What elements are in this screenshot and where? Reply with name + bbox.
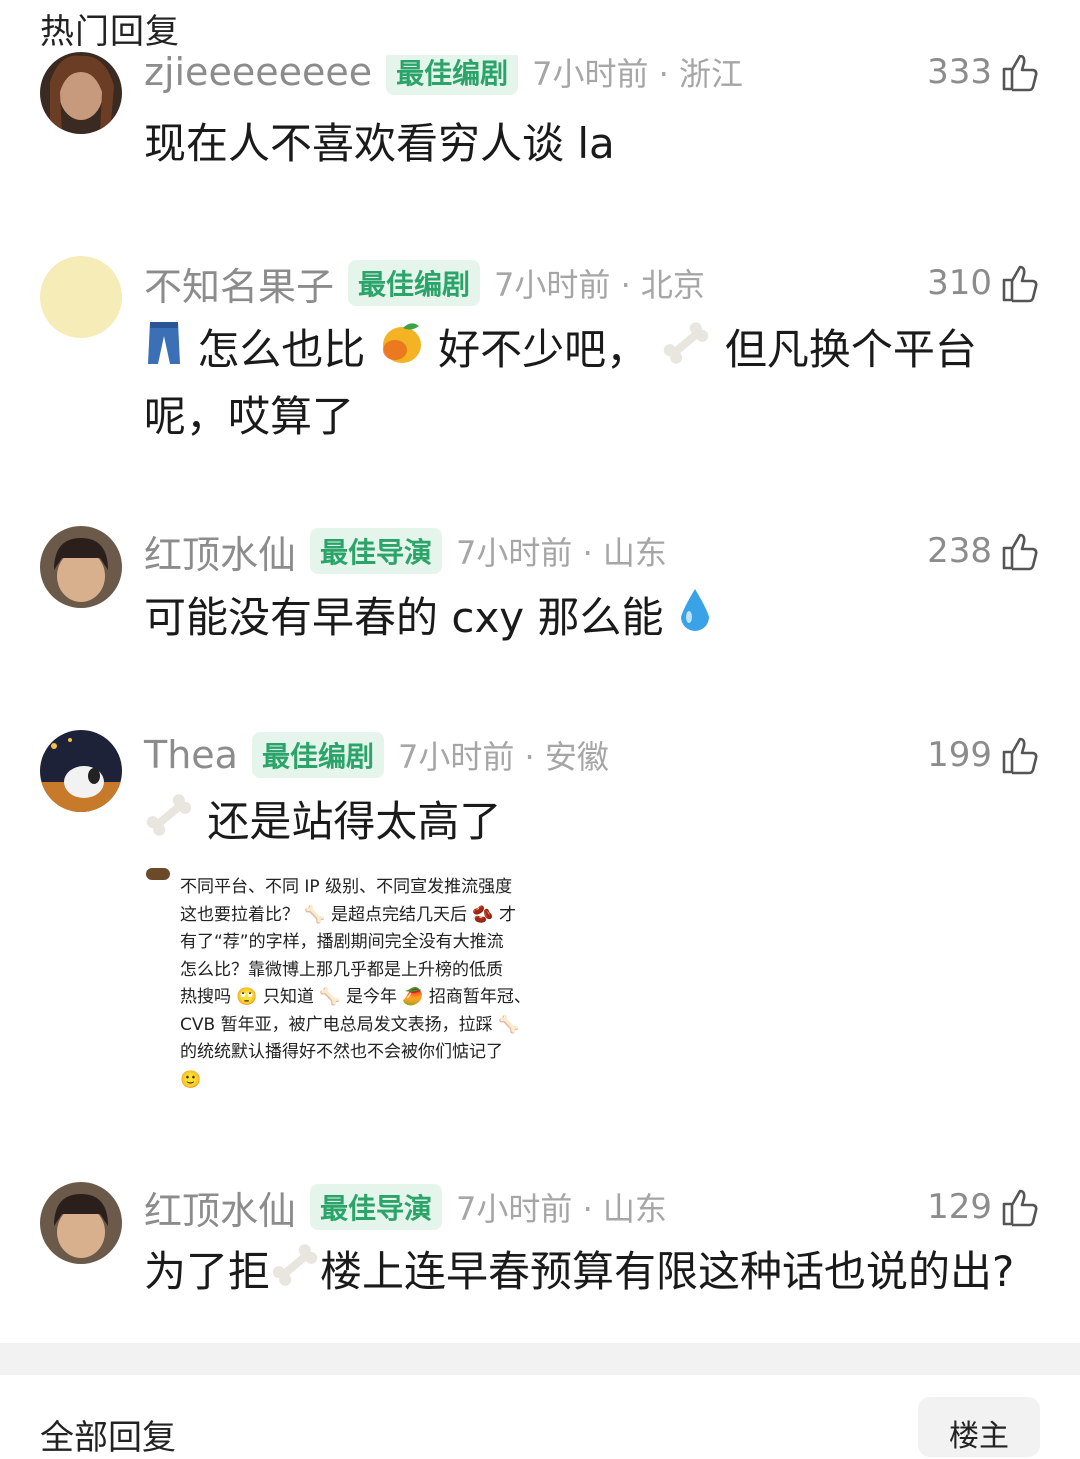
avatar[interactable] (40, 1182, 122, 1264)
like-count: 199 (927, 735, 992, 775)
quote-line: 的统统默认播得好不然也不会被你们惦记了 (180, 1042, 503, 1062)
timestamp-location: 7小时前 · 山东 (456, 534, 667, 572)
section-divider (0, 1343, 1080, 1375)
avatar[interactable] (40, 730, 122, 812)
quote-line: 🙂 (180, 1069, 202, 1090)
username[interactable]: 红顶水仙 (144, 1180, 296, 1235)
droplet-emoji (677, 587, 713, 654)
bone-emoji (661, 320, 711, 385)
title-badge: 最佳编剧 (348, 260, 481, 306)
section-title-hot-replies: 热门回复 (40, 12, 180, 52)
comment-text: 还是站得太高了 (144, 790, 1040, 857)
title-badge: 最佳编剧 (251, 732, 384, 778)
like-count: 310 (927, 263, 992, 303)
avatar[interactable] (40, 256, 122, 338)
avatar[interactable] (40, 526, 122, 608)
section-title-all-replies: 全部回复 (40, 1418, 176, 1458)
timestamp-location: 7小时前 · 浙江 (532, 55, 743, 93)
username[interactable]: zjieeeeeeee (144, 55, 372, 94)
title-badge: 最佳编剧 (386, 55, 519, 95)
op-only-filter-button[interactable]: 楼主 (918, 1397, 1040, 1457)
timestamp-location: 7小时前 · 山东 (456, 1190, 667, 1228)
quote-line: 不同平台、不同 IP 级别、不同宣发推流强度 (180, 877, 513, 897)
mini-avatar (146, 868, 170, 880)
like-count: 333 (927, 55, 992, 92)
thumbs-up-icon[interactable] (1000, 735, 1040, 775)
like-count: 238 (927, 531, 992, 571)
quote-line: 怎么比？靠微博上那几乎都是上升榜的低质 (180, 959, 503, 980)
thumbs-up-icon[interactable] (1000, 55, 1040, 92)
attached-image[interactable]: 不同平台、不同 IP 级别、不同宣发推流强度 这也要拉着比？ 🦴 是超点完结几天… (144, 866, 554, 1098)
thumbs-up-icon[interactable] (1000, 263, 1040, 303)
username[interactable]: 红顶水仙 (144, 524, 296, 579)
thumbs-up-icon[interactable] (1000, 531, 1040, 571)
quote-line: 有了“荐”的字样，播剧期间完全没有大推流 (180, 932, 504, 952)
like-count: 129 (927, 1187, 992, 1227)
username[interactable]: Thea (144, 733, 238, 777)
thumbs-up-icon[interactable] (1000, 1187, 1040, 1227)
title-badge: 最佳导演 (310, 1184, 443, 1230)
quote-line: 热搜吗 🙄 只知道 🦴 是今年 🥭 招商暂年冠、 (180, 987, 531, 1007)
comment-text: 可能没有早春的 cxy 那么能 (144, 586, 1040, 654)
comment-text: 怎么也比 好不少吧， 但凡换个平台 呢，哎算了 (144, 318, 1040, 449)
comment-meta-clipped: zjieeeeeeee 最佳编剧 7小时前 · 浙江 333 (0, 55, 1080, 99)
timestamp-location: 7小时前 · 北京 (494, 266, 705, 304)
comment-text: 现在人不喜欢看穷人谈 la (144, 119, 615, 168)
username[interactable]: 不知名果子 (144, 256, 334, 311)
quote-line: CVB 暂年亚，被广电总局发文表扬，拉踩 🦴 (180, 1014, 520, 1035)
title-badge: 最佳导演 (310, 528, 443, 574)
bone-emoji (270, 1242, 320, 1307)
quote-line: 这也要拉着比？ 🦴 是超点完结几天后 🫘 才 (180, 904, 516, 925)
mango-emoji (379, 320, 425, 385)
bone-emoji (144, 792, 194, 857)
jeans-emoji (144, 320, 184, 385)
timestamp-location: 7小时前 · 安徽 (397, 738, 609, 776)
comment-text: 为了拒 楼上连早春预算有限这种话也说的出? (144, 1240, 1040, 1307)
